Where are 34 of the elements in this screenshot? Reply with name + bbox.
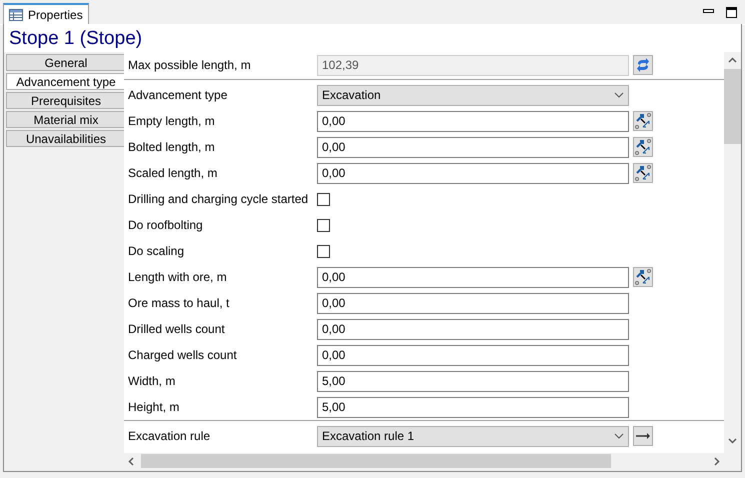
input-field[interactable]: 0,00 [317,292,629,314]
sidebar-tab[interactable]: Unavailabilities [6,130,126,147]
readonly-field: 102,39 [317,54,629,76]
field-label: Empty length, m [127,114,216,128]
panel-tab[interactable]: Properties [3,3,89,24]
input-field[interactable]: 0,00 [317,318,629,340]
field-label: Length with ore, m [127,270,228,284]
dropdown[interactable]: Excavation [317,84,629,106]
input-field[interactable]: 5,00 [317,370,629,392]
field-label: Bolted length, m [127,140,216,154]
field-label: Scaled length, m [127,166,218,180]
field-label: Width, m [127,374,176,388]
field-label: Drilling and charging cycle started [127,192,310,206]
sidebar-tab[interactable]: General [6,54,126,71]
sidebar-tab[interactable]: Prerequisites [6,92,126,109]
input-field[interactable]: 0,00 [317,110,629,132]
field-label: Excavation rule [127,429,212,443]
field-label: Max possible length, m [127,58,252,72]
field-label: Do scaling [127,244,186,258]
sidebar-tab[interactable]: Advancement type [6,73,126,90]
field-label: Height, m [127,400,180,414]
input-field[interactable]: 0,00 [317,266,629,288]
sidebar-tab[interactable]: Material mix [6,111,126,128]
panel-title: Stope 1 (Stope) [4,24,741,52]
field-label: Advancement type [127,88,228,102]
field-label: Drilled wells count [127,322,226,336]
input-field[interactable]: 0,00 [317,136,629,158]
field-label: Charged wells count [127,348,238,362]
input-field[interactable]: 0,00 [317,344,629,366]
field-label: Do roofbolting [127,218,204,232]
input-field[interactable]: 0,00 [317,162,629,184]
field-label: Ore mass to haul, t [127,296,230,310]
input-field[interactable]: 5,00 [317,396,629,418]
dropdown[interactable]: Excavation rule 1 [317,426,629,446]
